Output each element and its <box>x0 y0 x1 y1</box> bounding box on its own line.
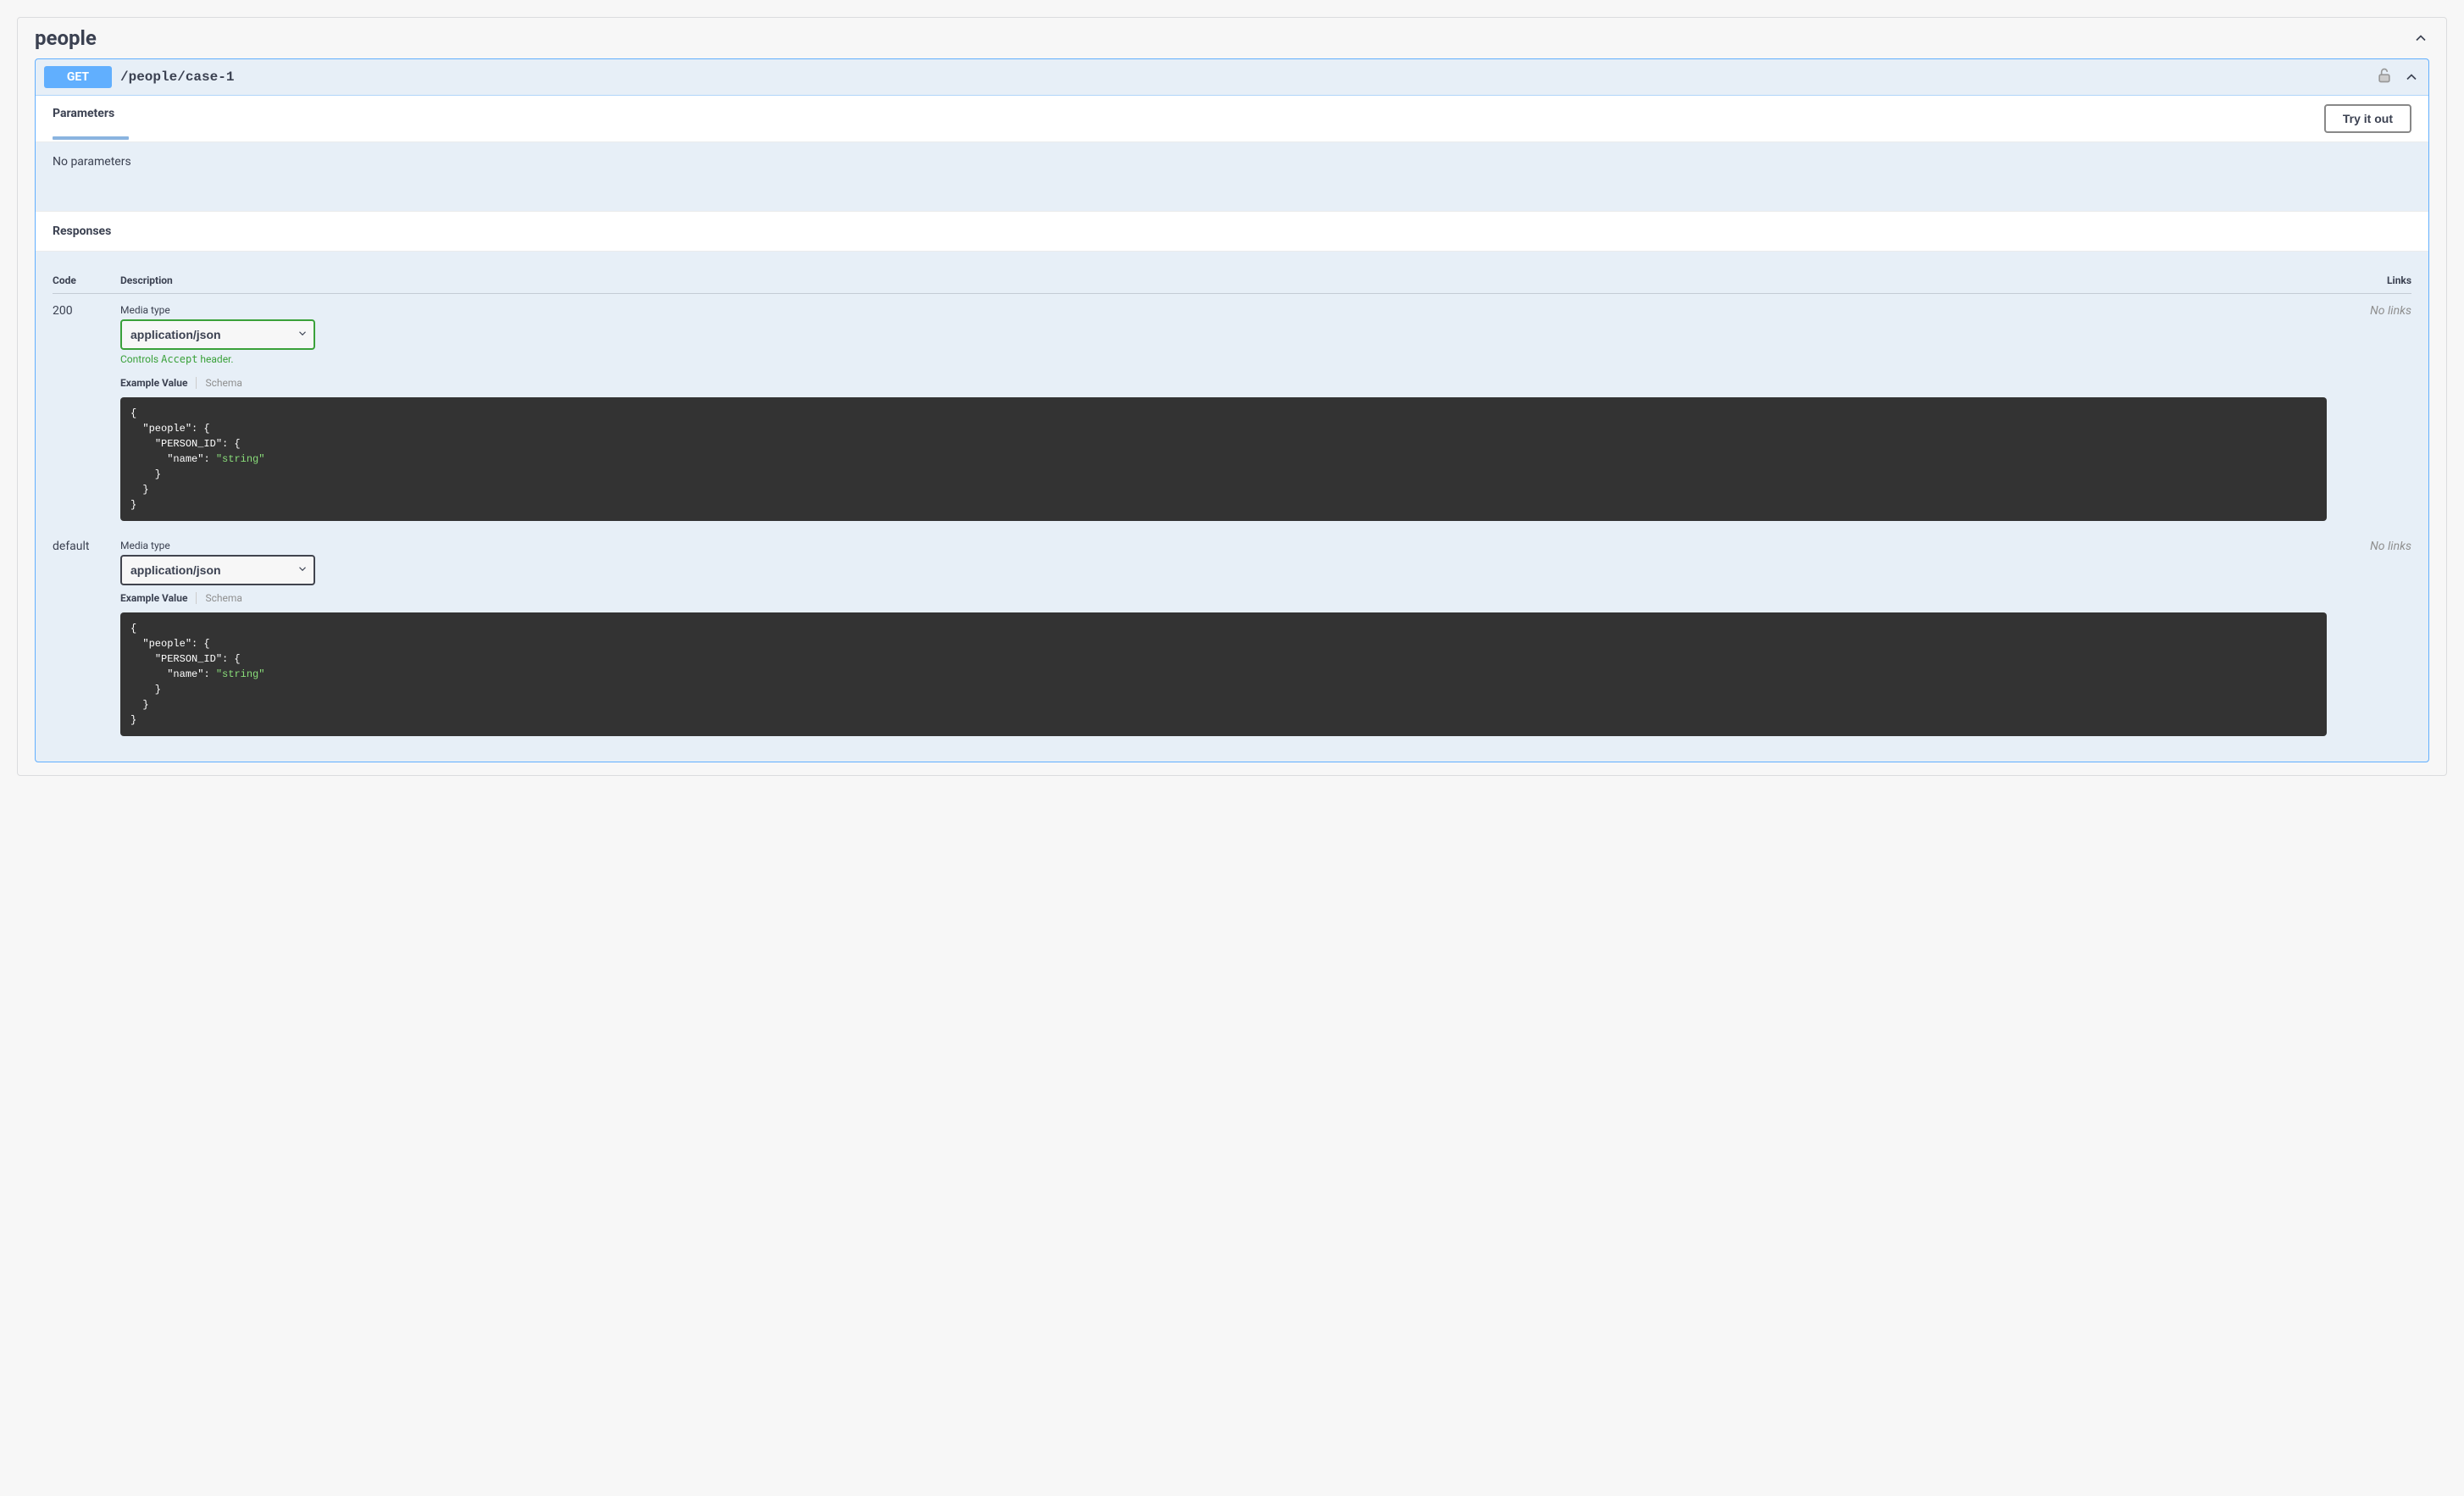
tag-section: people GET /people/case-1 Parameters Try… <box>17 17 2447 776</box>
media-type-select[interactable]: application/json <box>120 319 315 350</box>
response-row: 200Media type application/json Controls Ac… <box>53 294 2411 529</box>
parameters-header: Parameters Try it out <box>36 96 2428 142</box>
response-code: default <box>53 540 120 745</box>
tab-schema[interactable]: Schema <box>205 377 241 389</box>
response-links: No links <box>2344 304 2411 529</box>
operation-block: GET /people/case-1 Parameters Try it out… <box>35 58 2429 762</box>
media-type-label: Media type <box>120 304 2327 316</box>
tab-schema[interactable]: Schema <box>205 592 241 604</box>
chevron-up-icon[interactable] <box>2403 69 2420 86</box>
operation-path: /people/case-1 <box>120 69 2367 85</box>
responses-table-head: Code Description Links <box>53 264 2411 294</box>
responses-table: Code Description Links 200Media type appl… <box>36 252 2428 762</box>
tab-example-value[interactable]: Example Value <box>120 377 187 389</box>
response-description: Media type application/json Example Value S… <box>120 540 2344 745</box>
response-links: No links <box>2344 540 2411 745</box>
col-header-links: Links <box>2344 274 2411 286</box>
operation-header[interactable]: GET /people/case-1 <box>36 59 2428 96</box>
lock-unlocked-icon[interactable] <box>2376 67 2393 87</box>
response-row: defaultMedia type application/json Example… <box>53 529 2411 745</box>
example-schema-tabs: Example Value Schema <box>120 377 2327 389</box>
media-type-select-wrap: application/json <box>120 319 315 350</box>
media-type-label: Media type <box>120 540 2327 551</box>
controls-accept-hint: Controls Accept header. <box>120 353 2327 365</box>
tab-divider <box>196 377 197 389</box>
chevron-up-icon[interactable] <box>2412 30 2429 47</box>
responses-header: Responses <box>36 211 2428 252</box>
media-type-select-wrap: application/json <box>120 555 315 585</box>
responses-title: Responses <box>53 224 111 238</box>
parameters-body: No parameters <box>36 142 2428 211</box>
col-header-description: Description <box>120 274 2344 286</box>
col-header-code: Code <box>53 274 120 286</box>
tab-divider <box>196 592 197 604</box>
example-code-block: { "people": { "PERSON_ID": { "name": "st… <box>120 397 2327 521</box>
tab-example-value[interactable]: Example Value <box>120 592 187 604</box>
operation-header-right <box>2376 67 2420 87</box>
response-code: 200 <box>53 304 120 529</box>
example-code-block: { "people": { "PERSON_ID": { "name": "st… <box>120 612 2327 736</box>
no-parameters-text: No parameters <box>53 155 131 169</box>
http-method-badge: GET <box>44 66 112 88</box>
tag-header[interactable]: people <box>18 18 2446 58</box>
example-schema-tabs: Example Value Schema <box>120 592 2327 604</box>
responses-table-body: 200Media type application/json Controls Ac… <box>53 294 2411 745</box>
media-type-select[interactable]: application/json <box>120 555 315 585</box>
try-it-out-button[interactable]: Try it out <box>2324 104 2411 133</box>
tag-title: people <box>35 26 97 50</box>
response-description: Media type application/json Controls Accep… <box>120 304 2344 529</box>
parameters-title: Parameters <box>53 107 114 130</box>
